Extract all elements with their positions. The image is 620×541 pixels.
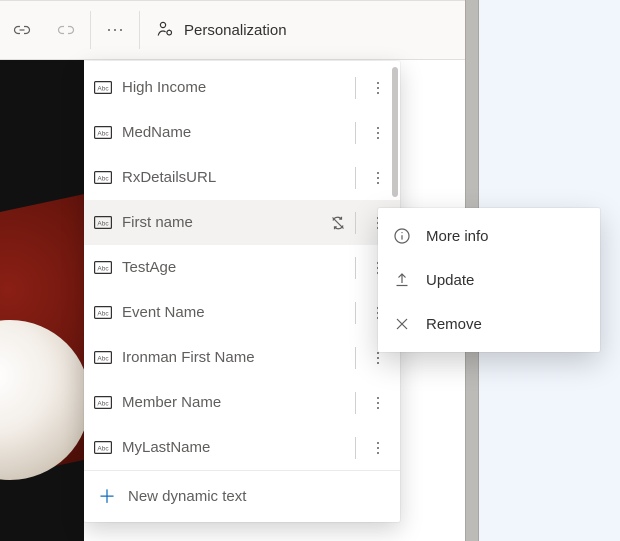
field-label: Member Name bbox=[122, 394, 345, 411]
context-menu-update[interactable]: Update bbox=[378, 258, 600, 302]
unlink-icon bbox=[57, 23, 75, 37]
canvas-background-image bbox=[0, 60, 84, 541]
field-label: High Income bbox=[122, 79, 345, 96]
field-label: MedName bbox=[122, 124, 345, 141]
svg-text:Abc: Abc bbox=[97, 310, 109, 317]
personalization-label: Personalization bbox=[184, 22, 287, 39]
row-more-button[interactable] bbox=[364, 434, 392, 462]
text-field-icon: Abc bbox=[94, 396, 112, 409]
row-more-button[interactable] bbox=[364, 74, 392, 102]
upload-icon bbox=[392, 270, 412, 290]
fields-list: Abc High Income Abc bbox=[84, 61, 400, 470]
text-field-icon: Abc bbox=[94, 351, 112, 364]
svg-text:Abc: Abc bbox=[97, 355, 109, 362]
field-label: Ironman First Name bbox=[122, 349, 345, 366]
link-icon-button[interactable] bbox=[0, 1, 44, 59]
field-row[interactable]: Abc MyLastName bbox=[84, 425, 400, 470]
more-icon-button[interactable] bbox=[93, 1, 137, 59]
row-more-button[interactable] bbox=[364, 164, 392, 192]
field-row[interactable]: Abc Member Name bbox=[84, 380, 400, 425]
field-context-menu: More info Update Remove bbox=[378, 208, 600, 352]
svg-text:Abc: Abc bbox=[97, 265, 109, 272]
field-row[interactable]: Abc TestAge bbox=[84, 245, 400, 290]
svg-text:Abc: Abc bbox=[97, 400, 109, 407]
ellipsis-vertical-icon bbox=[376, 81, 380, 95]
info-icon bbox=[392, 226, 412, 246]
text-field-icon: Abc bbox=[94, 441, 112, 454]
new-dynamic-text-button[interactable]: ＋ New dynamic text bbox=[84, 470, 400, 522]
ellipsis-vertical-icon bbox=[376, 441, 380, 455]
row-divider bbox=[355, 212, 356, 234]
field-label: Event Name bbox=[122, 304, 345, 321]
svg-text:Abc: Abc bbox=[97, 130, 109, 137]
row-divider bbox=[355, 122, 356, 144]
field-row[interactable]: Abc MedName bbox=[84, 110, 400, 155]
top-toolbar: Personalization bbox=[0, 0, 465, 60]
field-label: TestAge bbox=[122, 259, 345, 276]
field-label: RxDetailsURL bbox=[122, 169, 345, 186]
context-menu-label: Remove bbox=[426, 316, 482, 333]
text-field-icon: Abc bbox=[94, 81, 112, 94]
text-field-icon: Abc bbox=[94, 126, 112, 139]
toolbar-separator bbox=[139, 11, 140, 49]
field-label: MyLastName bbox=[122, 439, 345, 456]
row-more-button[interactable] bbox=[364, 119, 392, 147]
sync-off-icon bbox=[329, 214, 347, 232]
context-menu-label: More info bbox=[426, 228, 489, 245]
text-field-icon: Abc bbox=[94, 306, 112, 319]
svg-text:Abc: Abc bbox=[97, 85, 109, 92]
field-row[interactable]: Abc Ironman First Name bbox=[84, 335, 400, 380]
row-divider bbox=[355, 167, 356, 189]
unlink-icon-button[interactable] bbox=[44, 1, 88, 59]
field-label: First name bbox=[122, 214, 319, 231]
svg-text:Abc: Abc bbox=[97, 445, 109, 452]
ellipsis-vertical-icon bbox=[376, 171, 380, 185]
svg-text:Abc: Abc bbox=[97, 220, 109, 227]
ellipsis-icon bbox=[107, 28, 123, 32]
field-row[interactable]: Abc First name bbox=[84, 200, 400, 245]
ellipsis-vertical-icon bbox=[376, 351, 380, 365]
toolbar-separator bbox=[90, 11, 91, 49]
svg-text:Abc: Abc bbox=[97, 175, 109, 182]
person-gear-icon bbox=[156, 20, 174, 41]
context-menu-label: Update bbox=[426, 272, 474, 289]
field-row[interactable]: Abc RxDetailsURL bbox=[84, 155, 400, 200]
row-more-button[interactable] bbox=[364, 389, 392, 417]
row-divider bbox=[355, 347, 356, 369]
scrollbar-thumb[interactable] bbox=[392, 67, 398, 197]
context-menu-remove[interactable]: Remove bbox=[378, 302, 600, 346]
text-field-icon: Abc bbox=[94, 261, 112, 274]
context-menu-more-info[interactable]: More info bbox=[378, 214, 600, 258]
row-divider bbox=[355, 302, 356, 324]
row-divider bbox=[355, 437, 356, 459]
personalization-tab[interactable]: Personalization bbox=[142, 1, 301, 59]
row-divider bbox=[355, 392, 356, 414]
link-icon bbox=[13, 24, 31, 36]
field-row[interactable]: Abc Event Name bbox=[84, 290, 400, 335]
field-row[interactable]: Abc High Income bbox=[84, 65, 400, 110]
ellipsis-vertical-icon bbox=[376, 126, 380, 140]
text-field-icon: Abc bbox=[94, 171, 112, 184]
row-divider bbox=[355, 257, 356, 279]
new-dynamic-text-label: New dynamic text bbox=[128, 488, 246, 505]
close-icon bbox=[392, 314, 412, 334]
personalization-fields-panel: Abc High Income Abc bbox=[84, 61, 400, 522]
plus-icon: ＋ bbox=[98, 488, 116, 506]
row-divider bbox=[355, 77, 356, 99]
ellipsis-vertical-icon bbox=[376, 396, 380, 410]
text-field-icon: Abc bbox=[94, 216, 112, 229]
